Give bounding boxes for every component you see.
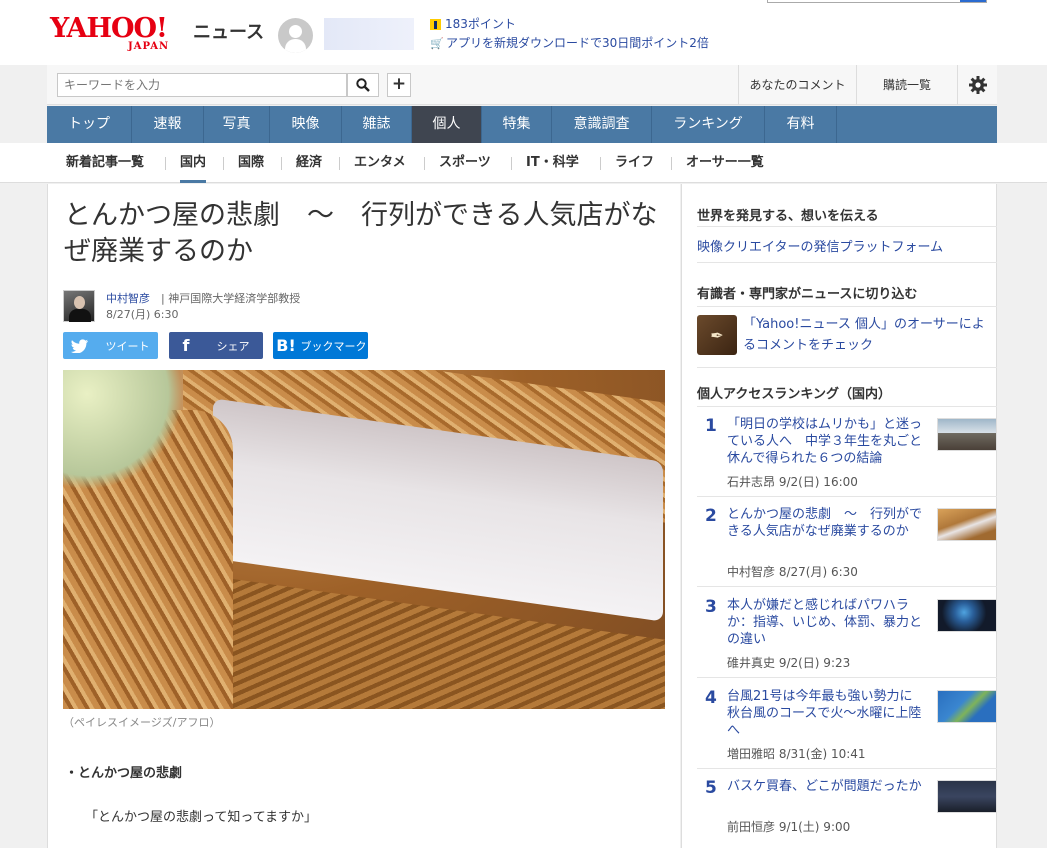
- nav-paid[interactable]: 有料: [765, 106, 837, 143]
- username-redacted[interactable]: [324, 18, 414, 50]
- publish-date: 8/27(月) 6:30: [106, 308, 179, 321]
- main-nav: トップ 速報 写真 映像 雑誌 個人 特集 意識調査 ランキング 有料: [47, 106, 997, 143]
- ranking-meta: 石井志昂 9/2(日) 16:00: [727, 475, 858, 489]
- logo-sub-text: JAPAN: [128, 41, 170, 52]
- subnav-new-articles[interactable]: 新着記事一覧: [66, 143, 144, 183]
- subnav-economy[interactable]: 経済: [296, 143, 322, 183]
- search-bar: + あなたのコメント 購読一覧: [47, 65, 997, 105]
- ranking-thumbnail[interactable]: [937, 418, 997, 451]
- ranking-title[interactable]: とんかつ屋の悲劇 ～ 行列ができる人気店がなぜ廃業するのか: [727, 506, 927, 540]
- subnav-international[interactable]: 国際: [238, 143, 264, 183]
- ranking-title[interactable]: 「明日の学校はムリかも」と迷っている人へ 中学３年生を丸ごと休んで得られた６つの…: [727, 416, 927, 467]
- gear-icon: [968, 76, 987, 94]
- nav-magazine[interactable]: 雑誌: [342, 106, 412, 143]
- article-photo: [63, 370, 665, 709]
- your-comments-link[interactable]: あなたのコメント: [738, 65, 856, 105]
- search-input[interactable]: [57, 73, 347, 97]
- nav-feature[interactable]: 特集: [482, 106, 552, 143]
- points-box: 183ポイント 🛒 アプリを新規ダウンロードで30日間ポイント2倍: [430, 15, 709, 53]
- facebook-icon: f: [182, 336, 190, 355]
- ranking-meta: 中村智彦 8/27(月) 6:30: [727, 565, 858, 579]
- ranking-thumbnail[interactable]: [937, 690, 997, 723]
- nav-breaking[interactable]: 速報: [132, 106, 204, 143]
- logo-main-text: YAHOO!: [50, 13, 168, 44]
- search-icon: [356, 78, 370, 92]
- ranking-meta: 増田雅昭 8/31(金) 10:41: [727, 747, 866, 761]
- article-title: とんかつ屋の悲劇 ～ 行列ができる人気店がなぜ廃業するのか: [64, 200, 658, 267]
- ranking-thumbnail[interactable]: [937, 599, 997, 632]
- ranking-thumbnail[interactable]: [937, 508, 997, 541]
- top-search-edge: [767, 0, 987, 3]
- subnav-authors[interactable]: オーサー一覧: [686, 143, 764, 183]
- subscriptions-link[interactable]: 購読一覧: [856, 65, 957, 105]
- ranking-title[interactable]: バスケ買春、どこが問題だったか: [727, 778, 927, 795]
- sidebar-link-creators[interactable]: 映像クリエイターの発信プラットフォーム: [697, 236, 943, 255]
- sidebar-heading-creators: 世界を発見する、想いを伝える: [697, 209, 879, 224]
- hatena-icon: B!: [276, 336, 296, 355]
- share-hatena-label: ブックマーク: [300, 339, 367, 353]
- ranking-thumbnail[interactable]: [937, 780, 997, 813]
- nav-survey[interactable]: 意識調査: [552, 106, 652, 143]
- yahoo-logo[interactable]: YAHOO! JAPAN: [50, 13, 190, 53]
- author-avatar[interactable]: [63, 290, 95, 322]
- ranking-number: 5: [705, 778, 717, 798]
- twitter-icon: [71, 338, 88, 353]
- ranking-number: 4: [705, 688, 717, 708]
- ranking-meta: 前田恒彦 9/1(土) 9:00: [727, 820, 851, 834]
- share-twitter-label: ツイート: [105, 339, 150, 353]
- tpoint-icon: [430, 19, 441, 30]
- sidebar-heading-experts: 有識者・専門家がニュースに切り込む: [697, 287, 918, 302]
- nav-photo[interactable]: 写真: [204, 106, 270, 143]
- article-subheading: ・とんかつ屋の悲劇: [65, 766, 183, 781]
- service-name[interactable]: ニュース: [193, 18, 264, 44]
- ranking-number: 3: [705, 597, 717, 617]
- app-promo-link[interactable]: アプリを新規ダウンロードで30日間ポイント2倍: [446, 34, 709, 53]
- ranking-meta: 碓井真史 9/2(日) 9:23: [727, 656, 851, 670]
- subnav-life[interactable]: ライフ: [615, 143, 654, 183]
- points-link[interactable]: 183ポイント: [445, 15, 516, 34]
- sidebar: 世界を発見する、想いを伝える 映像クリエイターの発信プラットフォーム 有識者・専…: [681, 184, 997, 848]
- share-twitter-button[interactable]: ツイート: [63, 332, 158, 359]
- nav-ranking[interactable]: ランキング: [652, 106, 765, 143]
- share-facebook-button[interactable]: f シェア: [169, 332, 263, 359]
- user-avatar-icon[interactable]: [278, 18, 313, 53]
- subnav-it-science[interactable]: IT・科学: [526, 143, 579, 183]
- ranking-number: 1: [705, 416, 717, 436]
- nav-individual[interactable]: 個人: [412, 106, 482, 143]
- nav-video[interactable]: 映像: [270, 106, 342, 143]
- article-quote: 「とんかつ屋の悲劇って知ってますか」: [85, 810, 318, 825]
- ranking-number: 2: [705, 506, 717, 526]
- ranking-heading: 個人アクセスランキング（国内）: [697, 387, 891, 402]
- author-title: | 神戸国際大学経済学部教授: [161, 292, 301, 305]
- settings-button[interactable]: [957, 65, 997, 105]
- sidebar-promo-link[interactable]: 「Yahoo!ニュース 個人」のオーサーによるコメントをチェック: [743, 314, 993, 356]
- subnav-entertainment[interactable]: エンタメ: [354, 143, 406, 183]
- subnav-sports[interactable]: スポーツ: [439, 143, 491, 183]
- add-button[interactable]: +: [387, 73, 411, 97]
- search-button[interactable]: [347, 73, 379, 97]
- nav-top[interactable]: トップ: [47, 106, 132, 143]
- photo-caption: （ペイレスイメージズ/アフロ）: [63, 716, 221, 729]
- ranking-title[interactable]: 本人が嫌だと感じればパワハラか：指導、いじめ、体罰、暴力との違い: [727, 597, 927, 648]
- share-hatena-button[interactable]: B! ブックマーク: [273, 332, 368, 359]
- article: とんかつ屋の悲劇 ～ 行列ができる人気店がなぜ廃業するのか 中村智彦 | 神戸国…: [47, 184, 680, 848]
- share-facebook-label: シェア: [216, 339, 250, 353]
- subnav-domestic[interactable]: 国内: [180, 143, 207, 183]
- author-name[interactable]: 中村智彦: [106, 290, 150, 306]
- cart-icon: 🛒: [430, 37, 444, 50]
- pen-icon: ✒: [697, 315, 737, 355]
- ranking-title[interactable]: 台風21号は今年最も強い勢力に 秋台風のコースで火～水曜に上陸へ: [727, 688, 927, 739]
- sub-nav: 新着記事一覧 国内 国際 経済 エンタメ スポーツ IT・科学 ライフ オーサー…: [0, 143, 1047, 183]
